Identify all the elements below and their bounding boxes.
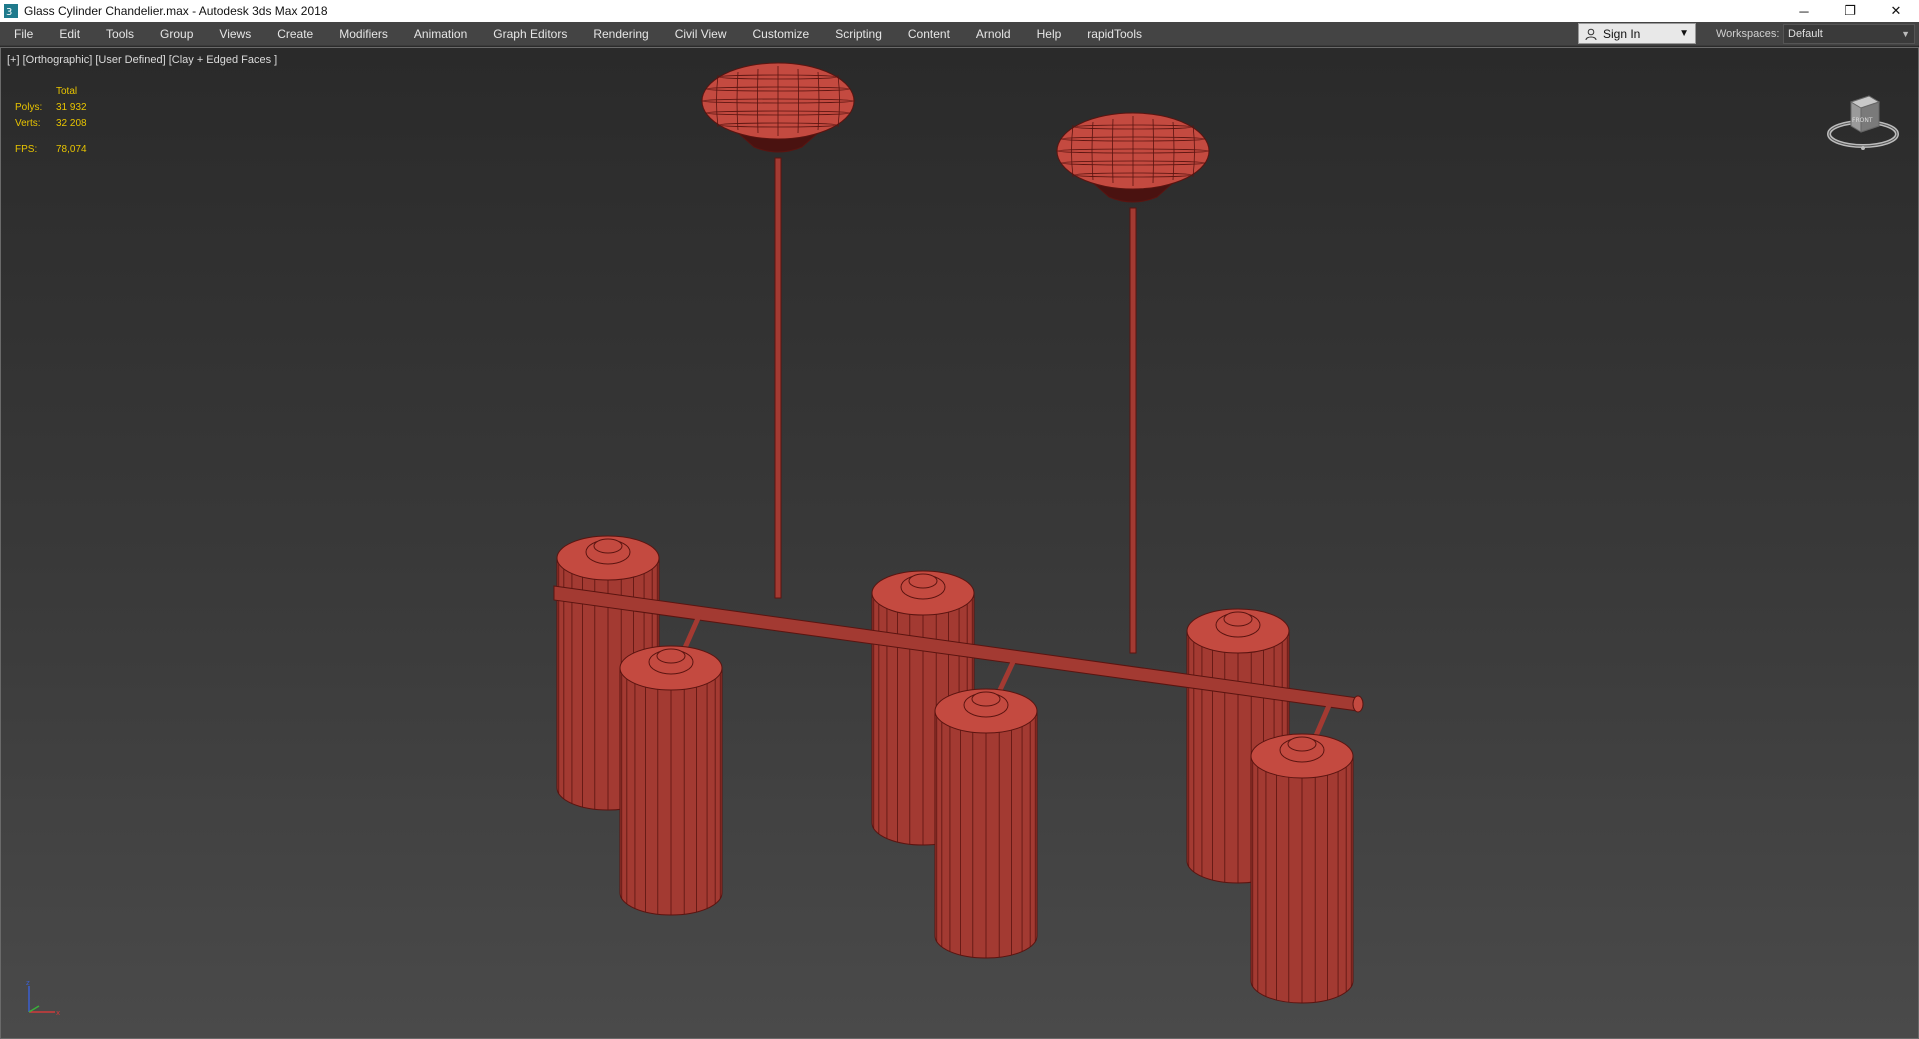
menu-file[interactable]: File <box>0 22 46 46</box>
menu-civil-view[interactable]: Civil View <box>662 22 740 46</box>
workspaces-label: Workspaces: <box>1716 28 1780 40</box>
viewport-label[interactable]: [+] [Orthographic] [User Defined] [Clay … <box>7 54 277 66</box>
canopy-left[interactable] <box>700 62 856 153</box>
workspaces-value: Default <box>1788 28 1823 40</box>
perspective-viewport[interactable]: [+] [Orthographic] [User Defined] [Clay … <box>0 47 1919 1039</box>
menu-animation[interactable]: Animation <box>401 22 480 46</box>
arm-front-right[interactable] <box>1312 702 1333 739</box>
window-title: Glass Cylinder Chandelier.max - Autodesk… <box>24 4 328 18</box>
menu-arnold[interactable]: Arnold <box>963 22 1024 46</box>
menu-rendering[interactable]: Rendering <box>580 22 661 46</box>
menu-group[interactable]: Group <box>147 22 206 46</box>
axis-tripod-icon: z x <box>26 979 60 1017</box>
viewport-statistics: Total Polys: 31 932 Verts: 32 208 FPS: 78,0… <box>15 84 87 158</box>
glass-cylinder-front-left[interactable] <box>619 645 723 916</box>
arm-front-left[interactable] <box>681 614 702 652</box>
user-icon <box>1585 28 1597 40</box>
glass-cylinder-front-middle[interactable] <box>934 688 1038 959</box>
menu-customize[interactable]: Customize <box>740 22 823 46</box>
menu-tools[interactable]: Tools <box>93 22 147 46</box>
menu-edit[interactable]: Edit <box>46 22 93 46</box>
polys-label: Polys: <box>15 102 43 113</box>
chevron-down-icon: ▼ <box>1901 29 1910 39</box>
scene-canvas[interactable] <box>1 48 1918 1038</box>
title-bar: 3 Glass Cylinder Chandelier.max - Autode… <box>0 0 1919 22</box>
suspension-rod-left[interactable] <box>774 157 782 599</box>
menu-create[interactable]: Create <box>264 22 326 46</box>
arm-front-middle[interactable] <box>996 658 1017 694</box>
svg-text:z: z <box>26 979 30 987</box>
menu-scripting[interactable]: Scripting <box>822 22 895 46</box>
bar-end-cap[interactable] <box>1352 695 1364 713</box>
glass-cylinder-front-right[interactable] <box>1250 733 1354 1004</box>
close-button[interactable]: ✕ <box>1873 0 1919 22</box>
svg-text:3: 3 <box>6 7 12 18</box>
verts-value: 32 208 <box>56 118 87 129</box>
viewcube-label: FRONT <box>1852 117 1873 124</box>
minimize-button[interactable]: ─ <box>1781 0 1827 22</box>
chevron-down-icon: ▼ <box>1679 28 1689 39</box>
menu-modifiers[interactable]: Modifiers <box>326 22 401 46</box>
canopy-right[interactable] <box>1055 112 1211 203</box>
restore-button[interactable]: ❐ <box>1827 0 1873 22</box>
suspension-rod-right[interactable] <box>1129 207 1137 654</box>
workspaces-dropdown[interactable]: Default ▼ <box>1783 24 1915 44</box>
menu-content[interactable]: Content <box>895 22 963 46</box>
verts-label: Verts: <box>15 118 41 129</box>
menu-help[interactable]: Help <box>1024 22 1075 46</box>
fps-value: 78,074 <box>56 144 87 155</box>
menu-graph-editors[interactable]: Graph Editors <box>480 22 580 46</box>
sign-in-button[interactable]: Sign In ▼ <box>1578 23 1696 44</box>
svg-text:x: x <box>56 1009 60 1017</box>
menu-rapidtools[interactable]: rapidTools <box>1074 22 1155 46</box>
fps-label: FPS: <box>15 144 38 155</box>
sign-in-label: Sign In <box>1603 26 1641 41</box>
viewcube-icon[interactable]: FRONT <box>1823 80 1903 160</box>
window-controls: ─ ❐ ✕ <box>1781 0 1919 22</box>
menu-views[interactable]: Views <box>206 22 264 46</box>
polys-value: 31 932 <box>56 102 87 113</box>
3ds-max-icon: 3 <box>4 4 18 18</box>
stats-header: Total <box>56 86 78 97</box>
